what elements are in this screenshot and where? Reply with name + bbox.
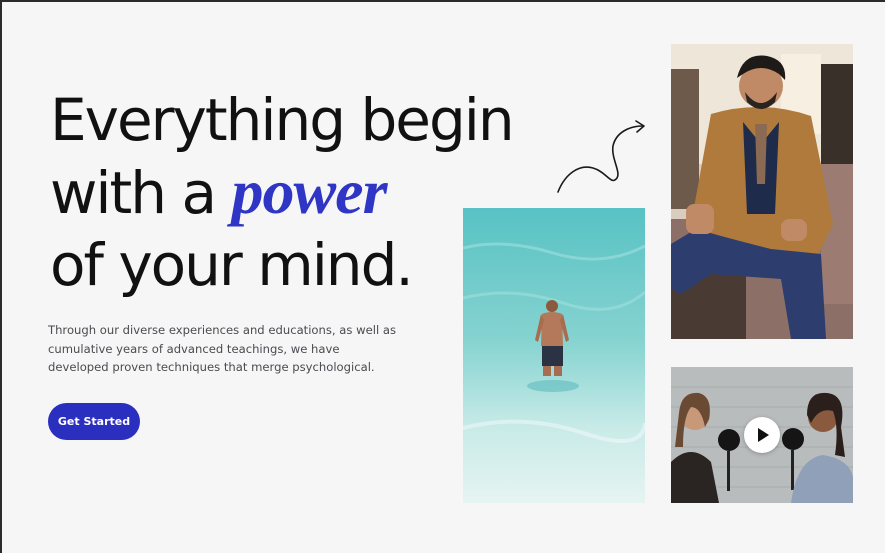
- seated-man-photo: [671, 44, 853, 339]
- headline-line-2-prefix: with a: [50, 159, 232, 227]
- headline-line-1: Everything begin: [50, 86, 515, 154]
- hero-section: Everything begin with a power of your mi…: [0, 0, 885, 553]
- get-started-button[interactable]: Get Started: [48, 403, 140, 440]
- hero-description: Through our diverse experiences and educ…: [48, 323, 397, 374]
- play-video-button[interactable]: [744, 417, 780, 453]
- headline-accent-word: power: [231, 156, 387, 227]
- play-icon: [758, 428, 769, 442]
- swimmer-photo: [463, 208, 645, 503]
- curly-arrow-icon: [557, 120, 645, 193]
